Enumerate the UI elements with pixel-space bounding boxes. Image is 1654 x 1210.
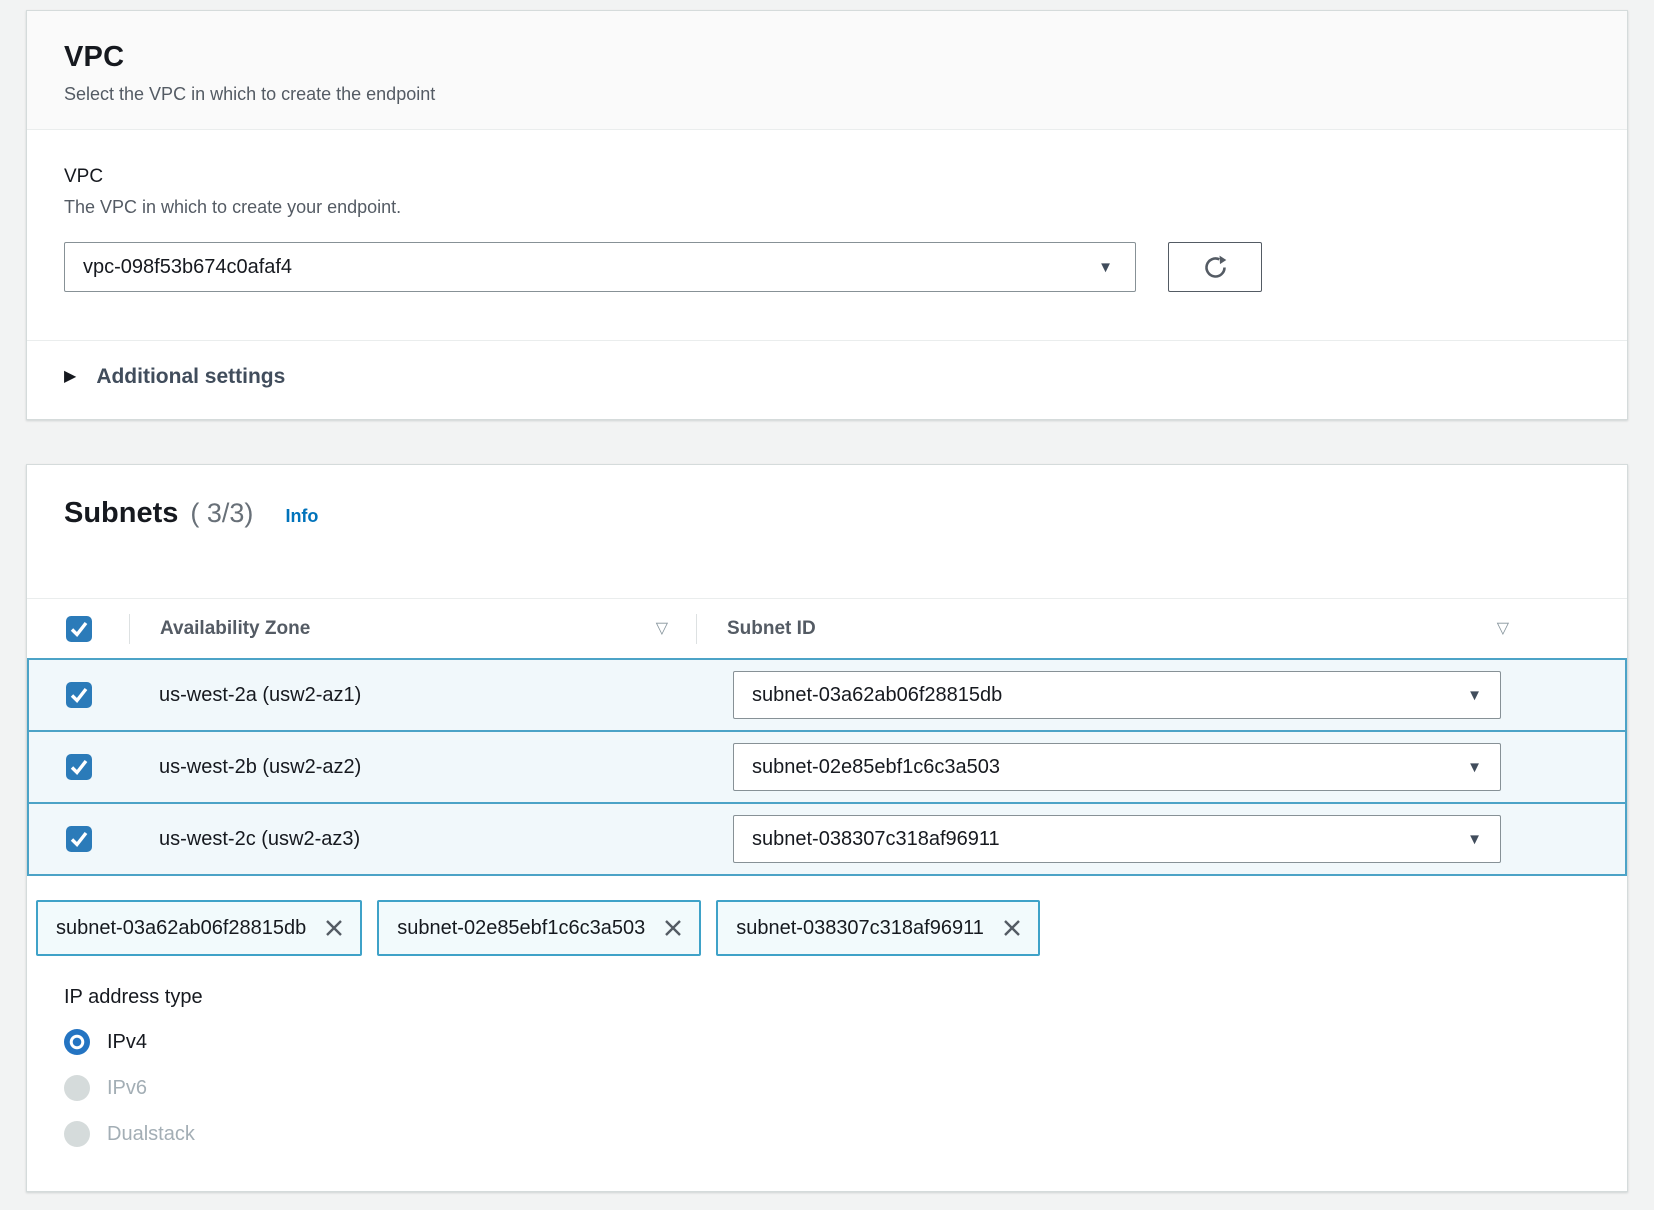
subnets-selected-count: ( 3/3) <box>190 498 253 529</box>
row-checkbox-cell <box>29 754 131 780</box>
refresh-icon <box>1202 254 1229 281</box>
table-row[interactable]: us-west-2b (usw2-az2) subnet-02e85ebf1c6… <box>27 730 1627 804</box>
check-icon <box>66 754 92 780</box>
ip-address-type-section: IP address type IPv4 IPv6 Dualstack <box>64 986 1627 1147</box>
chevron-down-icon: ▼ <box>1098 260 1113 275</box>
expand-arrow-icon: ▶ <box>64 369 76 385</box>
chevron-down-icon: ▼ <box>1467 832 1482 847</box>
additional-settings-expander[interactable]: ▶ Additional settings <box>27 341 1627 419</box>
table-header-row: Availability Zone ▽ Subnet ID ▽ <box>27 598 1627 658</box>
table-row[interactable]: us-west-2c (usw2-az3) subnet-038307c318a… <box>27 802 1627 876</box>
subnet-id-cell: subnet-03a62ab06f28815db ▼ <box>698 671 1625 719</box>
vpc-card-header: VPC Select the VPC in which to create th… <box>27 11 1627 130</box>
table-row[interactable]: us-west-2a (usw2-az1) subnet-03a62ab06f2… <box>27 658 1627 732</box>
subnet-table-rows: us-west-2a (usw2-az1) subnet-03a62ab06f2… <box>27 658 1627 876</box>
chevron-down-icon: ▼ <box>1467 688 1482 703</box>
subnet-select-value: subnet-038307c318af96911 <box>752 828 1000 851</box>
availability-zone-header-cell: Availability Zone ▽ <box>129 614 696 644</box>
ip-address-type-label: IP address type <box>64 986 1627 1009</box>
subnet-token-label: subnet-02e85ebf1c6c3a503 <box>397 917 645 940</box>
chevron-down-icon: ▼ <box>1467 760 1482 775</box>
availability-zone-cell: us-west-2c (usw2-az3) <box>131 828 698 851</box>
vpc-field-description: The VPC in which to create your endpoint… <box>64 197 1590 218</box>
radio-option-dualstack: Dualstack <box>64 1121 1627 1147</box>
radio-option-label: IPv4 <box>107 1031 147 1054</box>
row-checkbox[interactable] <box>66 826 92 852</box>
info-link[interactable]: Info <box>285 506 318 527</box>
availability-zone-header-label: Availability Zone <box>160 618 310 640</box>
remove-token-button[interactable] <box>324 918 344 938</box>
radio-option-label: IPv6 <box>107 1077 147 1100</box>
radio-option-ipv6: IPv6 <box>64 1075 1627 1101</box>
vpc-card-title: VPC <box>64 41 1590 74</box>
subnets-card-header: Subnets ( 3/3) Info <box>27 465 1627 530</box>
subnet-select[interactable]: subnet-03a62ab06f28815db ▼ <box>733 671 1501 719</box>
check-icon <box>66 826 92 852</box>
selected-subnet-tokens: subnet-03a62ab06f28815db subnet-02e85ebf… <box>36 900 1618 956</box>
vpc-field-label: VPC <box>64 166 1590 188</box>
subnet-token: subnet-03a62ab06f28815db <box>36 900 362 956</box>
row-checkbox-cell <box>29 826 131 852</box>
availability-zone-cell: us-west-2b (usw2-az2) <box>131 756 698 779</box>
close-icon <box>663 918 683 938</box>
radio-selected-icon[interactable] <box>64 1029 90 1055</box>
vpc-card-body: VPC The VPC in which to create your endp… <box>27 130 1627 292</box>
additional-settings-label: Additional settings <box>96 365 285 389</box>
subnet-select[interactable]: subnet-02e85ebf1c6c3a503 ▼ <box>733 743 1501 791</box>
close-icon <box>324 918 344 938</box>
subnet-id-header-label: Subnet ID <box>727 618 816 640</box>
subnet-token-label: subnet-03a62ab06f28815db <box>56 917 306 940</box>
subnet-select-value: subnet-02e85ebf1c6c3a503 <box>752 756 1000 779</box>
radio-disabled-icon <box>64 1121 90 1147</box>
remove-token-button[interactable] <box>1002 918 1022 938</box>
radio-option-ipv4[interactable]: IPv4 <box>64 1029 1627 1055</box>
sort-icon-availability-zone[interactable]: ▽ <box>656 621 668 637</box>
radio-option-label: Dualstack <box>107 1123 195 1146</box>
subnets-card: Subnets ( 3/3) Info Availability Zone ▽ … <box>26 464 1628 1192</box>
sort-icon-subnet-id[interactable]: ▽ <box>1497 621 1509 637</box>
check-icon <box>66 682 92 708</box>
row-checkbox[interactable] <box>66 754 92 780</box>
refresh-button[interactable] <box>1168 242 1262 292</box>
subnet-token: subnet-038307c318af96911 <box>716 900 1040 956</box>
vpc-select-row: vpc-098f53b674c0afaf4 ▼ <box>64 242 1590 292</box>
subnet-id-cell: subnet-02e85ebf1c6c3a503 ▼ <box>698 743 1625 791</box>
vpc-select-value: vpc-098f53b674c0afaf4 <box>83 256 292 279</box>
subnet-id-header-cell: Subnet ID ▽ <box>696 614 1627 644</box>
subnet-select[interactable]: subnet-038307c318af96911 ▼ <box>733 815 1501 863</box>
subnet-token: subnet-02e85ebf1c6c3a503 <box>377 900 701 956</box>
remove-token-button[interactable] <box>663 918 683 938</box>
radio-disabled-icon <box>64 1075 90 1101</box>
availability-zone-cell: us-west-2a (usw2-az1) <box>131 684 698 707</box>
row-checkbox-cell <box>29 682 131 708</box>
vpc-card: VPC Select the VPC in which to create th… <box>26 10 1628 420</box>
page: { "vpc_card": { "title": "VPC", "subtitl… <box>0 10 1654 1210</box>
row-checkbox[interactable] <box>66 682 92 708</box>
select-all-cell <box>27 616 129 642</box>
subnets-card-title: Subnets <box>64 497 178 530</box>
close-icon <box>1002 918 1022 938</box>
subnet-token-label: subnet-038307c318af96911 <box>736 917 984 940</box>
subnet-select-value: subnet-03a62ab06f28815db <box>752 684 1002 707</box>
check-icon <box>66 616 92 642</box>
vpc-select[interactable]: vpc-098f53b674c0afaf4 ▼ <box>64 242 1136 292</box>
vpc-card-subtitle: Select the VPC in which to create the en… <box>64 84 1590 105</box>
subnet-id-cell: subnet-038307c318af96911 ▼ <box>698 815 1625 863</box>
select-all-checkbox[interactable] <box>66 616 92 642</box>
